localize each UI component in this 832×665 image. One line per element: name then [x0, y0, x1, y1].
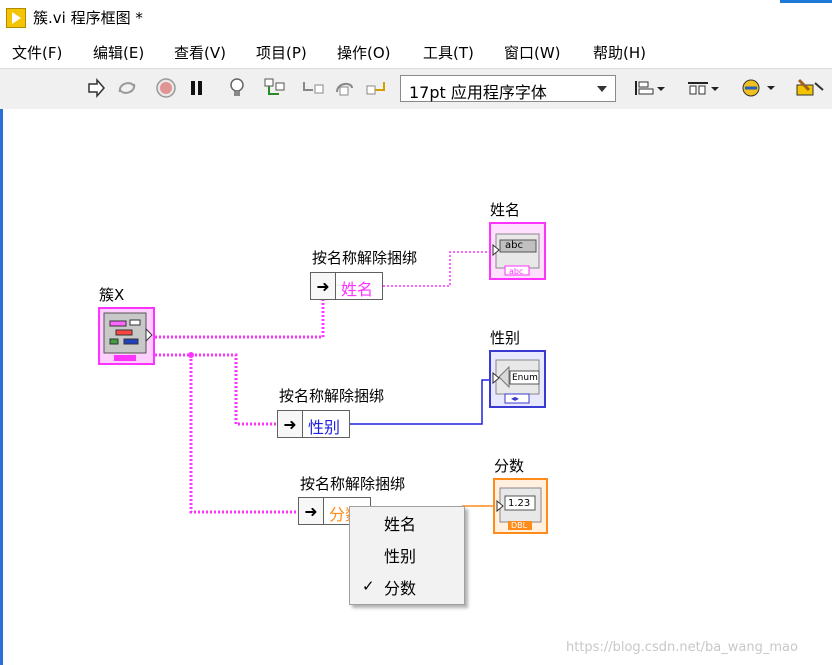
numeric-indicator-score[interactable]: 1.23 DBL	[493, 478, 548, 534]
wire-cluster-to-unbundle-name[interactable]	[155, 286, 335, 339]
indicator-score-inner: 1.23	[508, 498, 531, 509]
indicator-score-label: 分数	[494, 457, 525, 475]
unbundle-gender-label: 按名称解除捆绑	[279, 387, 385, 405]
arrow-right-icon: ➜	[299, 498, 324, 524]
indicator-name-type: abc	[509, 267, 524, 276]
checkmark-icon: ✓	[362, 577, 375, 595]
unbundle-name-label: 按名称解除捆绑	[312, 249, 418, 267]
context-menu-item-name[interactable]: 姓名	[350, 507, 464, 537]
context-menu-item-score[interactable]: ✓ 分数	[350, 571, 464, 601]
unbundle-field-gender[interactable]: 性别	[308, 414, 340, 438]
string-indicator-name[interactable]: abc abc	[489, 222, 546, 280]
context-menu-item-label: 分数	[384, 579, 417, 598]
cluster-label: 簇X	[99, 286, 125, 304]
indicator-name-inner: abc	[505, 240, 523, 251]
cluster-terminal[interactable]	[98, 307, 155, 365]
wire-junction-dot	[188, 352, 194, 358]
unbundle-by-name-gender[interactable]: ➜ 性别	[277, 410, 350, 438]
indicator-gender-inner: Enum	[512, 373, 538, 383]
indicator-name-label: 姓名	[490, 201, 521, 219]
context-menu-field-select: 姓名 性别 ✓ 分数	[349, 506, 465, 605]
enum-indicator-gender[interactable]: Enum ◂▸	[489, 350, 546, 408]
context-menu-item-label: 姓名	[384, 515, 417, 534]
indicator-gender-type: ◂▸	[511, 394, 520, 403]
unbundle-by-name-name[interactable]: ➜ 姓名	[310, 272, 383, 300]
watermark: https://blog.csdn.net/ba_wang_mao	[566, 640, 798, 655]
unbundle-score-label: 按名称解除捆绑	[300, 475, 406, 493]
indicator-gender-label: 性别	[490, 329, 521, 347]
unbundle-field-name[interactable]: 姓名	[341, 276, 373, 300]
context-menu-item-label: 性别	[384, 547, 417, 566]
indicator-score-type: DBL	[511, 521, 528, 530]
arrow-right-icon: ➜	[278, 411, 303, 437]
context-menu-item-gender[interactable]: 性别	[350, 539, 464, 569]
wire-cluster-to-unbundle-gender[interactable]	[155, 353, 278, 426]
arrow-right-icon: ➜	[311, 273, 336, 299]
